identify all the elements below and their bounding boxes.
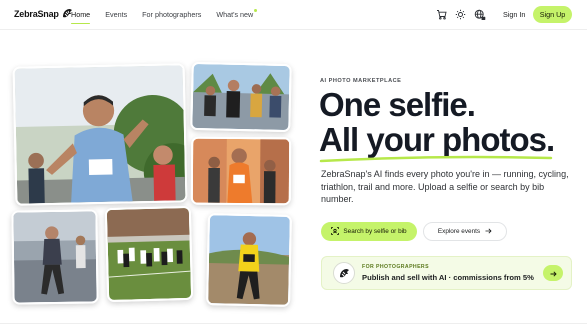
- promo-kicker: FOR PHOTOGRAPHERS: [362, 264, 429, 270]
- sign-up-button[interactable]: Sign Up: [533, 6, 572, 23]
- sign-in-link[interactable]: Sign In: [503, 10, 525, 19]
- search-by-selfie-label: Search by selfie or bib: [343, 228, 407, 235]
- nav-home[interactable]: Home: [71, 10, 91, 24]
- photo-orange-runner[interactable]: [190, 136, 292, 206]
- main-nav: Home Events For photographers What's new: [71, 9, 268, 24]
- brand-logo[interactable]: ZebraSnap: [14, 8, 73, 19]
- promo-arrow-button[interactable]: [543, 265, 563, 281]
- nav-for-photographers[interactable]: For photographers: [142, 10, 201, 19]
- hero-title-line1: One selfie.: [319, 86, 476, 123]
- globe-icon[interactable]: [474, 9, 486, 20]
- explore-events-button[interactable]: Explore events: [423, 222, 507, 241]
- photo-football-players[interactable]: [104, 205, 194, 303]
- hero-description: ZebraSnap's AI finds every photo you're …: [321, 169, 569, 205]
- new-indicator-dot: [254, 9, 258, 12]
- top-header: ZebraSnap Home Events For photographers …: [0, 0, 587, 30]
- photo-trail-runner[interactable]: [206, 213, 292, 307]
- section-divider: [0, 323, 587, 324]
- photo-group-runners[interactable]: [190, 61, 292, 133]
- nav-events[interactable]: Events: [105, 10, 127, 19]
- hero-eyebrow: AI PHOTO MARKETPLACE: [320, 78, 402, 84]
- brand-name: ZebraSnap: [14, 8, 59, 19]
- explore-events-label: Explore events: [437, 228, 481, 235]
- search-by-selfie-button[interactable]: Search by selfie or bib: [321, 222, 417, 241]
- photographer-promo-card[interactable]: FOR PHOTOGRAPHERS Publish and sell with …: [321, 256, 572, 290]
- hero-title-line2: All your photos.: [319, 121, 555, 158]
- promo-text: Publish and sell with AI · commissions f…: [362, 273, 534, 282]
- sun-icon[interactable]: [455, 9, 466, 20]
- zebra-badge-icon: [333, 262, 355, 284]
- arrow-right-icon: [550, 264, 557, 282]
- nav-whats-new-label: What's new: [216, 10, 254, 19]
- photo-runner-waving[interactable]: [12, 63, 188, 206]
- scan-face-icon: [331, 226, 340, 237]
- title-underline-accent: [319, 155, 553, 163]
- cart-icon[interactable]: [436, 9, 447, 20]
- arrow-right-icon: [485, 228, 492, 236]
- photo-track-runner[interactable]: [11, 209, 99, 305]
- nav-whats-new[interactable]: What's new: [216, 9, 258, 19]
